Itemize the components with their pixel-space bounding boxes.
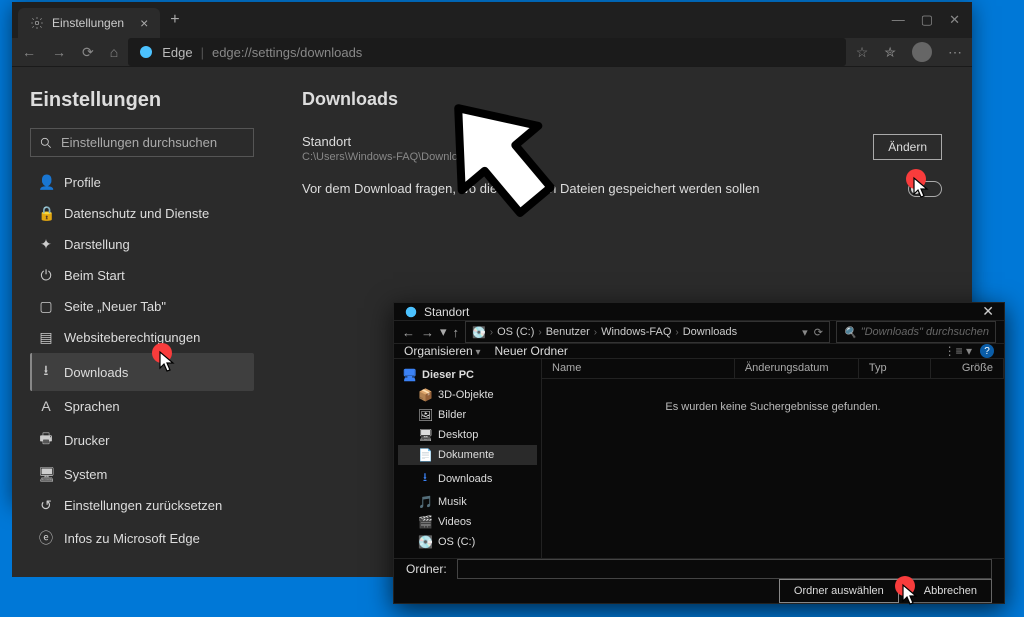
folder-label: Ordner: <box>406 562 447 576</box>
sidebar-item-permissions[interactable]: ▤Websiteberechtigungen <box>30 322 254 353</box>
nav-reload-icon[interactable]: ⟳ <box>82 44 94 61</box>
settings-sidebar: Einstellungen Einstellungen durchsuchen … <box>12 67 272 577</box>
column-headers[interactable]: Name Änderungsdatum Typ Größe <box>542 359 1004 379</box>
folder-tree: 🖥Dieser PC 📦3D-Objekte 🖼Bilder 🖥Desktop … <box>394 359 542 558</box>
nav-toolbar: ← → ⟳ ⌂ Edge | edge://settings/downloads… <box>12 38 972 67</box>
dialog-close-button[interactable]: ✕ <box>982 303 994 320</box>
search-icon <box>39 136 53 150</box>
sidebar-item-privacy[interactable]: 🔒Datenschutz und Dienste <box>30 198 254 229</box>
system-icon: 🖥 <box>38 466 54 483</box>
dialog-nav: ← → ▾ ↑ 💽 › OS (C:)› Benutzer› Windows-F… <box>394 320 1004 344</box>
folder-dialog: Standort ✕ ← → ▾ ↑ 💽 › OS (C:)› Benutzer… <box>393 302 1005 604</box>
tree-item-videos[interactable]: 🎬Videos <box>398 512 537 532</box>
select-folder-button[interactable]: Ordner auswählen <box>779 579 899 603</box>
search-placeholder: Einstellungen durchsuchen <box>61 135 217 150</box>
help-icon[interactable]: ? <box>980 344 994 358</box>
new-folder-button[interactable]: Neuer Ordner <box>495 344 568 358</box>
empty-message: Es wurden keine Suchergebnisse gefunden. <box>542 379 1004 558</box>
organize-menu[interactable]: Organisieren <box>404 344 481 358</box>
dialog-toolbar: Organisieren Neuer Ordner ⋮≡ ▾ ? <box>394 344 1004 359</box>
dialog-dropdown-icon[interactable]: ▾ <box>440 324 447 340</box>
cancel-button[interactable]: Abbrechen <box>909 579 992 603</box>
sidebar-item-system[interactable]: 🖥System <box>30 459 254 490</box>
lock-icon: 🔒 <box>38 205 54 222</box>
tab-bar: Einstellungen × + — ▢ ✕ <box>12 2 972 38</box>
profile-avatar[interactable] <box>912 42 932 62</box>
tab-settings[interactable]: Einstellungen × <box>18 8 160 38</box>
sidebar-item-profile[interactable]: 👤Profile <box>30 167 254 198</box>
download-icon: ⭳ <box>38 360 54 384</box>
tree-item-documents[interactable]: 📄Dokumente <box>398 445 537 465</box>
cursor-icon <box>912 176 932 200</box>
tab-title: Einstellungen <box>52 16 124 30</box>
ask-before-row: Vor dem Download fragen, wo die einzelne… <box>302 181 942 197</box>
dialog-forward-icon[interactable]: → <box>421 325 434 340</box>
window-controls: — ▢ ✕ <box>892 12 972 28</box>
profile-icon: 👤 <box>38 174 54 191</box>
addr-separator: | <box>201 45 204 60</box>
nav-forward-icon[interactable]: → <box>52 44 66 60</box>
nav-home-icon[interactable]: ⌂ <box>110 44 118 60</box>
sidebar-item-reset[interactable]: ↺Einstellungen zurücksetzen <box>30 490 254 521</box>
dialog-search[interactable]: 🔍"Downloads" durchsuchen <box>836 321 996 343</box>
dialog-title: Standort <box>424 305 469 319</box>
edge-icon: ⓔ <box>38 528 54 548</box>
folder-name-row: Ordner: <box>394 558 1004 579</box>
address-bar[interactable]: Edge | edge://settings/downloads <box>128 38 846 66</box>
tree-root[interactable]: 🖥Dieser PC <box>398 365 537 385</box>
settings-search[interactable]: Einstellungen durchsuchen <box>30 128 254 157</box>
more-menu-icon[interactable]: ⋯ <box>948 44 962 61</box>
sidebar-item-onstart[interactable]: ⏻Beim Start <box>30 260 254 291</box>
view-mode-icon[interactable]: ⋮≡ ▾ <box>944 344 972 358</box>
sidebar-item-newtab[interactable]: ▢Seite „Neuer Tab" <box>30 291 254 322</box>
sidebar-item-about[interactable]: ⓔInfos zu Microsoft Edge <box>30 521 254 555</box>
favorite-icon[interactable]: ☆ <box>856 44 869 61</box>
maximize-button[interactable]: ▢ <box>921 12 933 28</box>
tree-item-osc[interactable]: 💽OS (C:) <box>398 532 537 552</box>
addr-prefix: Edge <box>162 45 192 60</box>
printer-icon: 🖶 <box>38 428 54 452</box>
edge-logo-icon <box>138 44 154 60</box>
addr-url: edge://settings/downloads <box>212 45 362 60</box>
appearance-icon: ✦ <box>38 236 54 253</box>
sidebar-item-appearance[interactable]: ✦Darstellung <box>30 229 254 260</box>
cursor-icon <box>158 350 178 374</box>
power-icon: ⏻ <box>38 267 54 284</box>
tree-item-desktop[interactable]: 🖥Desktop <box>398 425 537 445</box>
reset-icon: ↺ <box>38 497 54 514</box>
tab-close-icon[interactable]: × <box>140 15 148 31</box>
sidebar-item-printers[interactable]: 🖶Drucker <box>30 421 254 459</box>
permissions-icon: ▤ <box>38 329 54 346</box>
content-heading: Downloads <box>302 89 942 110</box>
new-tab-button[interactable]: + <box>160 11 189 29</box>
cursor-icon <box>901 583 921 607</box>
sidebar-item-languages[interactable]: АSprachen <box>30 391 254 421</box>
tree-item-music[interactable]: 🎵Musik <box>398 492 537 512</box>
nav-back-icon[interactable]: ← <box>22 44 36 60</box>
favorites-bar-icon[interactable]: ✮ <box>884 44 896 61</box>
sidebar-list: 👤Profile 🔒Datenschutz und Dienste ✦Darst… <box>30 167 254 555</box>
tree-item-3dobjects[interactable]: 📦3D-Objekte <box>398 385 537 405</box>
minimize-button[interactable]: — <box>892 12 905 28</box>
dialog-titlebar: Standort ✕ <box>394 303 1004 320</box>
file-list: Name Änderungsdatum Typ Größe Es wurden … <box>542 359 1004 558</box>
tab-icon: ▢ <box>38 298 54 315</box>
breadcrumb[interactable]: 💽 › OS (C:)› Benutzer› Windows-FAQ› Down… <box>465 321 830 343</box>
sidebar-heading: Einstellungen <box>30 89 254 112</box>
sidebar-item-downloads[interactable]: ⭳Downloads <box>30 353 254 391</box>
dialog-up-icon[interactable]: ↑ <box>453 325 460 340</box>
close-window-button[interactable]: ✕ <box>949 12 960 28</box>
tree-item-pictures[interactable]: 🖼Bilder <box>398 405 537 425</box>
location-row: Standort C:\Users\Windows-FAQ\Downloads … <box>302 134 942 163</box>
language-icon: А <box>38 398 54 414</box>
tree-item-downloads[interactable]: ⭳Downloads <box>398 465 537 492</box>
change-location-button[interactable]: Ändern <box>873 134 942 160</box>
dialog-back-icon[interactable]: ← <box>402 325 415 340</box>
folder-name-input[interactable] <box>457 559 992 579</box>
annotation-arrow <box>420 78 580 238</box>
gear-icon <box>30 16 44 30</box>
edge-small-icon <box>404 305 418 319</box>
